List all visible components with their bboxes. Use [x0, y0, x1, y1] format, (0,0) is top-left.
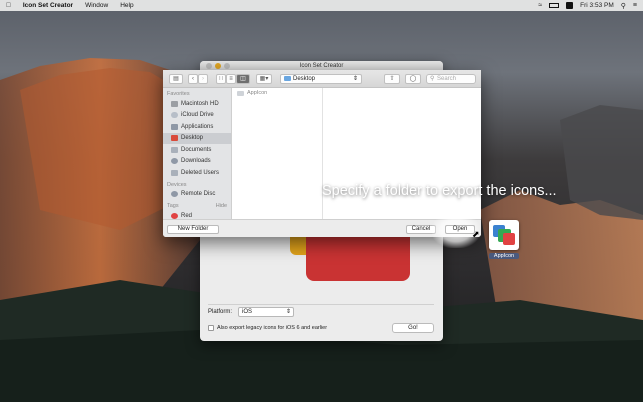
wifi-icon[interactable]: ≈ — [538, 2, 542, 9]
tags-hide-link[interactable]: Hide — [216, 203, 227, 209]
desktop-file-icon[interactable] — [489, 220, 519, 250]
legacy-row: Also export legacy icons for iOS 6 and e… — [208, 325, 327, 331]
sidebar-item-icloud-drive[interactable]: iCloud Drive — [163, 110, 231, 122]
column-desktop: AppIcon — [232, 88, 323, 219]
share-button[interactable]: ⇧ — [384, 74, 400, 84]
menu-bar:  Icon Set Creator Window Help ≈ Fri 3:5… — [0, 0, 643, 11]
open-panel: ▤ ‹ › ∷ ≡ ◫ ▦▾ Desktop ⇕ ⇧ ◯ ⚲ Search Fa… — [163, 70, 481, 237]
input-source-icon[interactable] — [566, 2, 574, 9]
download-icon — [171, 158, 178, 165]
red-tag-icon — [171, 212, 178, 219]
list-item[interactable]: AppIcon — [232, 88, 322, 98]
sidebar-item-deleted-users[interactable]: Deleted Users — [163, 167, 231, 179]
minimize-button[interactable] — [215, 63, 221, 69]
panel-sidebar: Favorites Macintosh HD iCloud Drive Appl… — [163, 88, 232, 219]
platform-label: Platform: — [208, 309, 233, 315]
menu-help[interactable]: Help — [120, 2, 133, 9]
search-icon: ⚲ — [430, 76, 435, 82]
sidebar-item-documents[interactable]: Documents — [163, 144, 231, 156]
sidebar-section-devices: Devices — [167, 181, 187, 188]
new-folder-button[interactable]: New Folder — [167, 225, 219, 234]
divider — [208, 304, 434, 305]
sidebar-item-desktop[interactable]: Desktop — [163, 132, 231, 144]
spotlight-icon[interactable]: ⚲ — [621, 2, 626, 10]
chevron-updown-icon: ⇕ — [352, 76, 358, 82]
desktop-file-label: AppIcon — [489, 253, 519, 259]
forward-button[interactable]: › — [198, 74, 208, 84]
folder-icon — [284, 76, 291, 81]
sidebar-item-downloads[interactable]: Downloads — [163, 156, 231, 168]
column-view-button[interactable]: ◫ — [236, 74, 250, 84]
notification-center-icon[interactable]: ≡ — [633, 2, 637, 9]
sidebar-item-remote-disc[interactable]: Remote Disc — [163, 189, 231, 201]
disc-icon — [171, 191, 178, 198]
tag-button[interactable]: ◯ — [405, 74, 421, 84]
sidebar-section-tags: Tags Hide — [167, 203, 227, 209]
sidebar-toggle-button[interactable]: ▤ — [169, 74, 183, 84]
menu-window[interactable]: Window — [85, 2, 108, 9]
apple-menu-icon[interactable]:  — [6, 2, 11, 9]
icon-view-button[interactable]: ∷ — [216, 74, 226, 84]
window-title: Icon Set Creator — [299, 63, 344, 69]
location-popup[interactable]: Desktop ⇕ — [280, 74, 362, 84]
folder-icon — [171, 169, 178, 176]
battery-icon[interactable] — [549, 3, 560, 8]
mouse-cursor-icon: ⬈ — [472, 229, 480, 239]
location-label: Desktop — [293, 76, 316, 82]
applications-icon — [171, 123, 178, 130]
search-placeholder: Search — [437, 76, 457, 82]
sidebar-item-applications[interactable]: Applications — [163, 121, 231, 133]
arrange-button[interactable]: ▦▾ — [256, 74, 272, 84]
sidebar-item-macintosh-hd[interactable]: Macintosh HD — [163, 98, 231, 110]
sidebar-item-tag-red[interactable]: Red — [163, 210, 231, 219]
legacy-checkbox[interactable] — [208, 325, 214, 331]
panel-toolbar: ▤ ‹ › ∷ ≡ ◫ ▦▾ Desktop ⇕ ⇧ ◯ ⚲ Search — [163, 70, 481, 88]
zoom-button[interactable] — [224, 63, 230, 69]
back-button[interactable]: ‹ — [188, 74, 198, 84]
hard-drive-icon — [171, 100, 178, 107]
go-button[interactable]: Go! — [392, 323, 434, 333]
platform-select[interactable]: iOS — [238, 307, 295, 317]
cloud-icon — [171, 112, 178, 119]
column-browser: AppIcon — [232, 88, 481, 219]
search-input[interactable]: ⚲ Search — [426, 74, 476, 84]
platform-row: Platform: iOS — [208, 307, 295, 317]
folder-icon — [237, 90, 244, 96]
document-icon — [171, 146, 178, 153]
legacy-label: Also export legacy icons for iOS 6 and e… — [217, 325, 328, 331]
close-button[interactable] — [206, 63, 212, 69]
clock[interactable]: Fri 3:53 PM — [580, 2, 614, 9]
desktop-icon — [171, 135, 178, 142]
sidebar-section-favorites: Favorites — [167, 91, 190, 97]
column-empty — [323, 88, 481, 219]
tutorial-caption: Specify a folder to export the icons... — [322, 183, 557, 199]
menu-app-name[interactable]: Icon Set Creator — [23, 2, 73, 9]
open-button-highlighted[interactable]: Open — [445, 225, 475, 234]
list-view-button[interactable]: ≡ — [226, 74, 236, 84]
